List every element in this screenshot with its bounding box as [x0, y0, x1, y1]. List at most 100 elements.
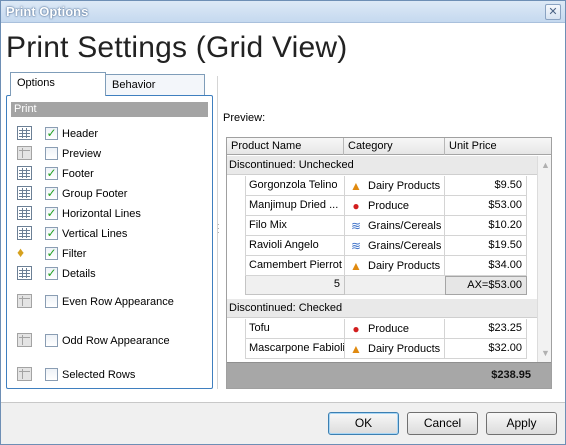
- group-row-unchecked[interactable]: Discontinued: Unchecked: [227, 156, 537, 175]
- scroll-up-icon[interactable]: ▲: [538, 158, 551, 172]
- unit-price-cell: $34.00: [445, 256, 527, 276]
- print-option-checkbox[interactable]: ✓: [45, 267, 58, 280]
- group-footer-grid-icon: [17, 186, 32, 200]
- grid-vertical-scrollbar[interactable]: ▲ ▼: [537, 156, 551, 362]
- window-title: Print Options: [6, 4, 89, 19]
- vertical-lines-icon: [17, 226, 32, 240]
- product-name-cell: Camembert Pierrot: [245, 256, 345, 276]
- product-name-cell: Gorgonzola Telino: [245, 176, 345, 196]
- category-label: Grains/Cereals: [368, 219, 442, 232]
- print-option-checkbox[interactable]: ✓: [45, 167, 58, 180]
- print-option-label: Selected Rows: [62, 369, 136, 381]
- grain-icon: ≋: [350, 219, 362, 233]
- apple-icon: ●: [352, 322, 360, 336]
- even-row-icon: [17, 294, 32, 308]
- category-cell: ▲ Dairy Products: [345, 256, 445, 276]
- print-option-label: Group Footer: [62, 188, 128, 200]
- category-label: Produce: [368, 199, 409, 212]
- print-option-checkbox[interactable]: [45, 368, 58, 381]
- summary-max-price: AX=$53.00: [445, 276, 527, 295]
- category-label: Produce: [368, 322, 409, 335]
- category-label: Grains/Cereals: [368, 239, 442, 252]
- print-option-row[interactable]: ✓ Group Footer: [7, 185, 207, 203]
- unit-price-cell: $53.00: [445, 196, 527, 216]
- category-cell: ≋ Grains/Cereals: [345, 236, 445, 256]
- print-option-row[interactable]: Odd Row Appearance: [7, 332, 207, 350]
- product-name-cell: Ravioli Angelo: [245, 236, 345, 256]
- print-option-label: Odd Row Appearance: [62, 335, 170, 347]
- tab-options[interactable]: Options: [10, 72, 106, 96]
- product-name-cell: Manjimup Dried ...: [245, 196, 345, 216]
- category-cell: ▲ Dairy Products: [345, 176, 445, 196]
- print-option-checkbox[interactable]: [45, 147, 58, 160]
- print-option-checkbox[interactable]: ✓: [45, 227, 58, 240]
- print-option-row[interactable]: ✓ Filter: [7, 244, 207, 263]
- print-option-label: Header: [62, 128, 99, 140]
- print-option-checkbox[interactable]: ✓: [45, 207, 58, 220]
- print-option-checkbox[interactable]: ✓: [45, 187, 58, 200]
- print-option-row[interactable]: ✓ Vertical Lines: [7, 225, 207, 243]
- table-row[interactable]: Manjimup Dried ... ● Produce $53.00: [245, 196, 527, 216]
- table-row[interactable]: Tofu ● Produce $23.25: [245, 319, 527, 339]
- print-section-header: Print: [11, 102, 208, 117]
- splitter-grip-icon[interactable]: · · ·: [217, 221, 220, 237]
- group-summary-row: 5 AX=$53.00: [245, 276, 527, 295]
- product-name-cell: Filo Mix: [245, 216, 345, 236]
- column-header-unit-price[interactable]: Unit Price: [445, 138, 551, 155]
- print-option-row[interactable]: Selected Rows: [7, 366, 207, 384]
- print-option-label: Even Row Appearance: [62, 296, 174, 308]
- print-option-row[interactable]: ✓ Horizontal Lines: [7, 205, 207, 223]
- print-option-label: Vertical Lines: [62, 228, 128, 240]
- category-cell: ▲ Dairy Products: [345, 339, 445, 359]
- print-option-checkbox[interactable]: ✓: [45, 247, 58, 260]
- print-option-label: Preview: [62, 148, 102, 160]
- unit-price-cell: $19.50: [445, 236, 527, 256]
- print-option-row[interactable]: Preview: [7, 145, 207, 163]
- ok-button[interactable]: OK: [328, 412, 399, 435]
- table-row[interactable]: Mascarpone Fabioli ▲ Dairy Products $32.00: [245, 339, 527, 359]
- product-name-cell: Mascarpone Fabioli: [245, 339, 345, 359]
- grid-footer: $238.95: [227, 362, 551, 388]
- grid-header: Product Name Category Unit Price: [227, 138, 551, 155]
- summary-count: 5: [245, 276, 345, 295]
- print-option-row[interactable]: Even Row Appearance: [7, 293, 207, 311]
- filter-icon: [17, 244, 32, 260]
- category-label: Dairy Products: [368, 259, 441, 272]
- preview-label: Preview:: [223, 112, 266, 124]
- preview-grid: Product Name Category Unit Price Discont…: [226, 137, 552, 389]
- details-grid-icon: [17, 266, 32, 280]
- cancel-button[interactable]: Cancel: [407, 412, 478, 435]
- column-header-category[interactable]: Category: [344, 138, 445, 155]
- table-row[interactable]: Ravioli Angelo ≋ Grains/Cereals $19.50: [245, 236, 527, 256]
- column-header-product-name[interactable]: Product Name: [227, 138, 344, 155]
- button-bar: [1, 403, 565, 444]
- cheese-icon: ▲: [350, 342, 362, 356]
- category-label: Dairy Products: [368, 179, 441, 192]
- title-bar: Print Options ✕: [1, 1, 565, 23]
- print-option-checkbox[interactable]: ✓: [45, 127, 58, 140]
- grain-icon: ≋: [350, 239, 362, 253]
- group-row-checked[interactable]: Discontinued: Checked: [227, 299, 537, 318]
- category-cell: ● Produce: [345, 196, 445, 216]
- scroll-down-icon[interactable]: ▼: [538, 346, 551, 360]
- odd-row-icon: [17, 333, 32, 347]
- header-grid-icon: [17, 126, 32, 140]
- print-option-checkbox[interactable]: [45, 334, 58, 347]
- table-row[interactable]: Gorgonzola Telino ▲ Dairy Products $9.50: [245, 176, 527, 196]
- apply-button[interactable]: Apply: [486, 412, 557, 435]
- table-row[interactable]: Camembert Pierrot ▲ Dairy Products $34.00: [245, 256, 527, 276]
- print-option-label: Horizontal Lines: [62, 208, 141, 220]
- close-icon[interactable]: ✕: [545, 4, 561, 20]
- print-option-label: Footer: [62, 168, 94, 180]
- cheese-icon: ▲: [350, 259, 362, 273]
- page-title: Print Settings (Grid View): [6, 31, 348, 64]
- print-option-row[interactable]: ✓ Footer: [7, 165, 207, 183]
- tab-behavior[interactable]: Behavior: [105, 74, 205, 96]
- product-name-cell: Tofu: [245, 319, 345, 339]
- print-option-row[interactable]: ✓ Details: [7, 265, 207, 283]
- table-row[interactable]: Filo Mix ≋ Grains/Cereals $10.20: [245, 216, 527, 236]
- print-option-checkbox[interactable]: [45, 295, 58, 308]
- unit-price-cell: $32.00: [445, 339, 527, 359]
- print-option-row[interactable]: ✓ Header: [7, 125, 207, 143]
- unit-price-cell: $9.50: [445, 176, 527, 196]
